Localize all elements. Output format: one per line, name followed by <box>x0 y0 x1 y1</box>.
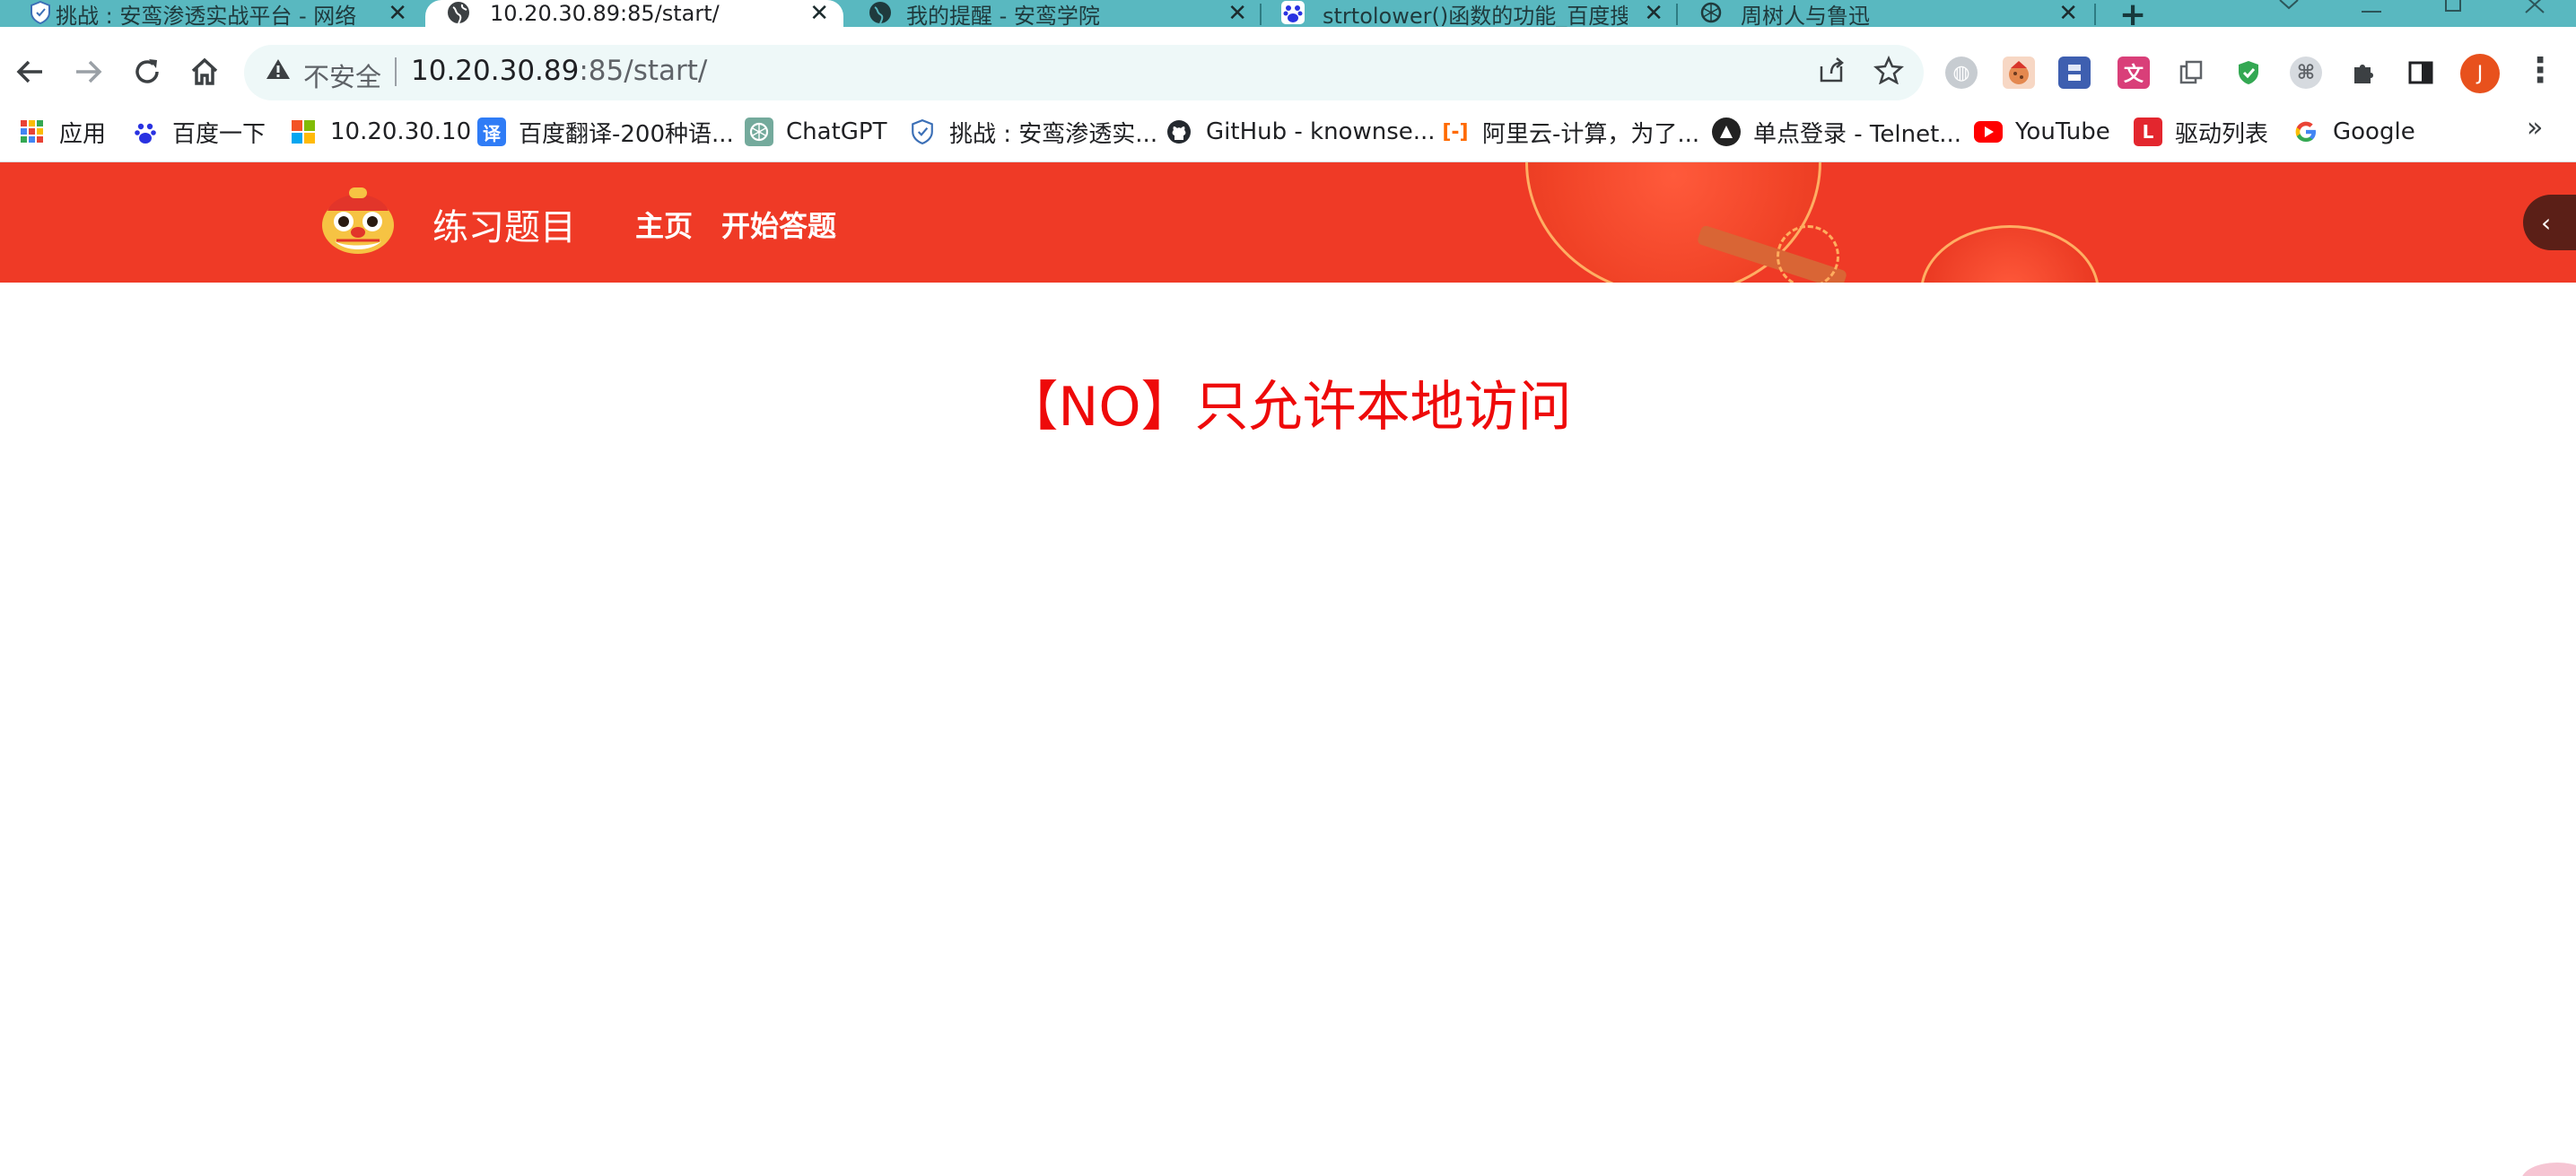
tab-title: 挑战 : 安鸾渗透实战平台 - 网络 <box>56 3 357 29</box>
bookmark-label: 阿里云-计算，为了... <box>1482 120 1700 148</box>
bookmark-youtube[interactable]: YouTube <box>1974 116 2110 148</box>
nav-home[interactable]: 主页 <box>635 204 693 245</box>
warning-triangle-icon[interactable] <box>266 57 291 87</box>
tab-search-chevron-icon[interactable] <box>2277 0 2301 20</box>
close-icon[interactable]: ✕ <box>809 0 829 27</box>
floating-widget[interactable] <box>2521 1163 2576 1176</box>
bookmark-label: 10.20.30.10 <box>330 118 472 145</box>
more-bookmarks-button[interactable]: » <box>2527 112 2543 144</box>
bookmark-label: 驱动列表 <box>2175 120 2269 148</box>
shield-icon <box>908 118 937 146</box>
lantern-tassel-decoration <box>1777 225 1839 283</box>
extension-save-icon[interactable] <box>2058 57 2091 89</box>
bookmark-label: 百度翻译-200种语... <box>519 120 734 148</box>
telnet-icon <box>1712 118 1741 146</box>
tab-title: 我的提醒 - 安鸾学院 <box>906 3 1100 29</box>
bookmark-label: Google <box>2333 118 2415 145</box>
bookmark-chatgpt[interactable]: ChatGPT <box>745 116 886 148</box>
bookmark-star-icon[interactable] <box>1873 55 1904 91</box>
lion-dance-logo-icon[interactable] <box>319 184 397 257</box>
bookmark-label: 应用 <box>59 120 107 148</box>
bookmark-baidu-translate[interactable]: 译 百度翻译-200种语... <box>477 116 734 148</box>
profile-avatar[interactable]: J <box>2460 54 2500 93</box>
bookmark-label: ChatGPT <box>786 118 887 145</box>
share-icon[interactable] <box>1816 56 1847 91</box>
minimize-icon[interactable] <box>2360 0 2383 23</box>
bookmark-google[interactable]: Google <box>2292 116 2415 148</box>
bookmark-apps[interactable]: 应用 <box>18 116 106 148</box>
close-icon[interactable]: ✕ <box>388 0 407 27</box>
security-status-label[interactable]: 不安全 <box>303 57 381 94</box>
more-menu-icon[interactable]: ⋮ <box>2523 50 2557 90</box>
close-icon[interactable]: ✕ <box>1227 0 1247 27</box>
sidebar-toggle-button[interactable]: ‹ <box>2523 195 2576 250</box>
close-icon[interactable]: ✕ <box>2058 0 2078 27</box>
access-denied-message: 【NO】只允许本地访问 <box>1004 376 1572 439</box>
site-title[interactable]: 练习题目 <box>432 198 576 250</box>
tab-chatgpt[interactable]: 周树人与鲁迅 ✕ <box>1698 0 2092 29</box>
url-host: 10.20.30.89 <box>411 55 580 87</box>
youtube-icon <box>1974 121 2003 143</box>
tab-separator <box>2094 4 2096 25</box>
bookmark-anluan-challenge[interactable]: 挑战 : 安鸾渗透实... <box>908 116 1157 148</box>
shield-icon <box>27 0 54 25</box>
aliyun-icon: [-] <box>1441 118 1470 146</box>
tab-anluan-reminders[interactable]: 我的提醒 - 安鸾学院 ✕ <box>867 0 1262 29</box>
tab-baidu-search[interactable]: strtolower()函数的功能_百度搜 ✕ <box>1279 0 1678 29</box>
url-path: :85/start/ <box>579 55 708 87</box>
tab-start-page[interactable]: 10.20.30.89:85/start/ ✕ <box>425 0 843 27</box>
bookmark-label: 挑战 : 安鸾渗透实... <box>949 120 1158 148</box>
tab-title: 周树人与鲁迅 <box>1741 3 1870 29</box>
baidu-paw-icon <box>1279 0 1306 25</box>
tab-separator <box>1676 4 1678 25</box>
bookmark-driver-list[interactable]: L 驱动列表 <box>2134 116 2268 148</box>
close-window-icon[interactable] <box>2523 0 2546 20</box>
extension-copy-icon[interactable] <box>2175 57 2207 89</box>
tab-title: 10.20.30.89:85/start/ <box>490 1 720 26</box>
chatgpt-icon <box>1698 0 1725 25</box>
bookmark-label: YouTube <box>2015 118 2110 145</box>
extension-cookie-icon[interactable] <box>2003 57 2035 89</box>
extension-shield-icon[interactable] <box>2232 57 2265 89</box>
side-panel-icon[interactable] <box>2405 57 2437 89</box>
omnibox-divider <box>395 57 397 86</box>
tab-strip: 挑战 : 安鸾渗透实战平台 - 网络 ✕ 10.20.30.89:85/star… <box>0 0 2576 33</box>
bookmark-baidu[interactable]: 百度一下 <box>131 116 266 148</box>
tab-title: strtolower()函数的功能_百度搜 <box>1323 3 1628 29</box>
apps-grid-icon <box>18 118 47 146</box>
extension-globe-icon[interactable]: ◍ <box>1945 57 1978 89</box>
extensions-puzzle-icon[interactable] <box>2347 57 2380 89</box>
address-bar[interactable]: 不安全 10.20.30.89:85/start/ <box>244 45 1924 100</box>
extension-translate-icon[interactable]: 文 <box>2118 57 2150 89</box>
chatgpt-icon <box>745 118 773 146</box>
driver-list-icon: L <box>2134 118 2162 146</box>
bookmark-aliyun[interactable]: [-] 阿里云-计算，为了... <box>1441 116 1699 148</box>
nav-start-quiz[interactable]: 开始答题 <box>721 204 836 245</box>
google-icon <box>2292 118 2320 146</box>
bookmark-label: GitHub - knownse... <box>1206 118 1436 145</box>
site-header: 练习题目 主页 开始答题 ‹ <box>0 162 2576 283</box>
lantern-decoration <box>1920 225 2100 283</box>
github-icon <box>1165 118 1193 146</box>
bookmark-telnet-sso[interactable]: 单点登录 - Telnet... <box>1712 116 1961 148</box>
globe-icon <box>867 0 894 25</box>
restore-icon[interactable] <box>2442 0 2466 20</box>
tab-separator <box>1260 4 1262 25</box>
bookmark-label: 单点登录 - Telnet... <box>1753 120 1962 148</box>
bookmark-label: 百度一下 <box>172 120 266 148</box>
windows-logo-icon <box>289 118 318 146</box>
url-text[interactable]: 10.20.30.89:85/start/ <box>411 55 707 87</box>
bookmark-10-20-30-10[interactable]: 10.20.30.10 <box>289 116 471 148</box>
bookmarks-bar: 应用 百度一下 10.20.30.10 译 百度翻译-200种语... Chat… <box>0 103 2576 162</box>
globe-icon <box>445 0 472 25</box>
baidu-paw-icon <box>131 118 160 146</box>
close-icon[interactable]: ✕ <box>1644 0 1663 27</box>
extension-command-icon[interactable]: ⌘ <box>2290 57 2322 89</box>
tab-anluan-challenge[interactable]: 挑战 : 安鸾渗透实战平台 - 网络 ✕ <box>27 0 422 29</box>
bookmark-github[interactable]: GitHub - knownse... <box>1165 116 1436 148</box>
translate-icon: 译 <box>477 118 506 146</box>
